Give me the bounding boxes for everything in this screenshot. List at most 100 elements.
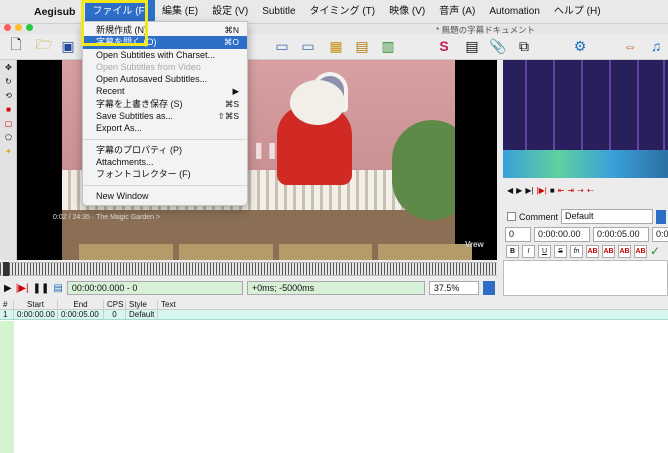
menu-view[interactable]: 設定 (V) bbox=[205, 0, 255, 24]
zoom-window-icon[interactable] bbox=[26, 24, 33, 31]
menu-file[interactable]: ファイル (F) bbox=[85, 0, 155, 24]
menu-item-open-with-charset[interactable]: Open Subtitles with Charset... bbox=[83, 49, 247, 61]
minimize-window-icon[interactable] bbox=[15, 24, 22, 31]
close-window-icon[interactable] bbox=[4, 24, 11, 31]
copy-icon[interactable]: ⧉ bbox=[514, 36, 534, 56]
play-icon[interactable]: ▶ bbox=[4, 283, 12, 294]
automation-gear-icon[interactable]: ⚙ bbox=[570, 36, 590, 56]
table-row[interactable]: 1 0:00:00.00 0:00:05.00 0 Default bbox=[0, 310, 668, 320]
commit-check-icon[interactable]: ✓ bbox=[650, 244, 660, 258]
pause-icon[interactable]: ❚❚ bbox=[33, 283, 50, 294]
col-start[interactable]: Start bbox=[14, 300, 58, 309]
style-select[interactable]: Default bbox=[561, 209, 654, 224]
audio-spectrum[interactable] bbox=[503, 60, 668, 178]
audio-stop-icon[interactable]: ■ bbox=[550, 186, 555, 195]
video-time-field[interactable]: 00:00:00.000 - 0 bbox=[66, 281, 243, 295]
row-end: 0:00:05.00 bbox=[58, 310, 104, 319]
end-time-field[interactable]: 0:00:05.00 bbox=[593, 227, 649, 242]
menu-item-open-subtitles[interactable]: 字幕を開く (O) ⌘O bbox=[83, 36, 247, 49]
subtitle-text-input[interactable] bbox=[503, 260, 668, 296]
audio-play-selection-icon[interactable]: ▶| bbox=[525, 186, 533, 195]
shadow-color-button[interactable]: AB bbox=[634, 244, 647, 258]
style-select-arrow-icon[interactable] bbox=[656, 209, 667, 224]
menu-item-recent[interactable]: Recent ▶ bbox=[83, 85, 247, 97]
film-snap-icon[interactable]: ▥ bbox=[378, 36, 398, 56]
menu-audio[interactable]: 音声 (A) bbox=[432, 0, 482, 24]
video-pause-icon: ❚❚ bbox=[252, 142, 279, 159]
menu-item-save[interactable]: 字幕を上書き保存 (S) ⌘S bbox=[83, 98, 247, 110]
col-style[interactable]: Style bbox=[126, 300, 158, 309]
audio-play-line-icon[interactable]: |▶| bbox=[537, 186, 547, 195]
video-screen-icon[interactable]: ▭ bbox=[272, 36, 292, 56]
play-line-icon[interactable]: |▶| bbox=[16, 283, 29, 294]
drag-tool-icon[interactable]: ✥ bbox=[0, 60, 17, 74]
rotate-tool-icon[interactable]: ↻ bbox=[0, 74, 17, 88]
menu-subtitle[interactable]: Subtitle bbox=[255, 0, 302, 24]
col-end[interactable]: End bbox=[58, 300, 104, 309]
autoscroll-icon[interactable]: ▤ bbox=[53, 283, 62, 294]
col-text[interactable]: Text bbox=[158, 300, 668, 309]
style-manager-icon[interactable]: S bbox=[434, 36, 454, 56]
menu-item-font-collector[interactable]: フォントコレクター (F) bbox=[83, 168, 247, 180]
menu-item-new-window[interactable]: New Window bbox=[83, 190, 247, 202]
video-caption: 0:02 / 24:35 · The Magic Garden > bbox=[53, 214, 161, 221]
comment-label: Comment bbox=[519, 211, 559, 222]
secondary-color-button[interactable]: AB bbox=[602, 244, 615, 258]
rotate-xy-tool-icon[interactable]: ⟲ bbox=[0, 88, 17, 102]
outline-color-button[interactable]: AB bbox=[618, 244, 631, 258]
translation-icon[interactable]: ♫ bbox=[646, 36, 666, 56]
menu-edit[interactable]: 編集 (E) bbox=[155, 0, 205, 24]
clip-tool-icon[interactable]: ▢ bbox=[0, 116, 17, 130]
zoom-select-arrow-icon[interactable] bbox=[482, 281, 495, 295]
app-name-menu[interactable]: Aegisub bbox=[34, 6, 75, 18]
menu-item-export-as[interactable]: Export As... bbox=[83, 122, 247, 134]
underline-button[interactable]: U bbox=[538, 244, 551, 258]
menu-automation[interactable]: Automation bbox=[482, 0, 547, 24]
properties-icon[interactable]: ▤ bbox=[462, 36, 482, 56]
menu-item-open-from-video: Open Subtitles from Video bbox=[96, 61, 201, 72]
grid-table-icon[interactable]: ▦ bbox=[326, 36, 346, 56]
seek-bar-handle[interactable] bbox=[3, 262, 9, 276]
col-number[interactable]: # bbox=[0, 300, 14, 309]
menu-item-properties[interactable]: 字幕のプロパティ (P) bbox=[83, 144, 247, 156]
start-time-field[interactable]: 0:00:00.00 bbox=[534, 227, 590, 242]
subtitle-grid: # Start End CPS Style Text 1 0:00:00.00 … bbox=[0, 300, 668, 453]
traffic-lights bbox=[4, 24, 33, 31]
duration-field[interactable]: 0:0 bbox=[652, 227, 668, 242]
audio-play-before-icon[interactable]: ⇤ bbox=[558, 186, 565, 195]
scale-tool-icon[interactable]: ■ bbox=[0, 102, 17, 116]
menu-item-save-as[interactable]: Save Subtitles as... ⇧⌘S bbox=[83, 110, 247, 122]
resample-icon[interactable]: ⇔ bbox=[620, 36, 640, 56]
new-file-icon[interactable]: 🗋 bbox=[6, 36, 26, 56]
strikeout-button[interactable]: S bbox=[554, 244, 567, 258]
audio-play-after-icon[interactable]: ⇥ bbox=[567, 186, 574, 195]
menu-item-open-autosaved[interactable]: Open Autosaved Subtitles... bbox=[83, 73, 247, 85]
font-button[interactable]: fn bbox=[570, 244, 583, 258]
col-cps[interactable]: CPS bbox=[104, 300, 126, 309]
film-strip-icon[interactable]: ▤ bbox=[352, 36, 372, 56]
open-folder-icon[interactable]: 🗁 bbox=[34, 36, 54, 56]
bold-button[interactable]: B bbox=[506, 244, 519, 258]
zoom-select[interactable]: 37.5% bbox=[428, 281, 479, 295]
tip-tool-icon[interactable]: ✦ bbox=[0, 144, 17, 158]
audio-next-icon[interactable]: ▶ bbox=[516, 186, 522, 195]
audio-play-start-icon[interactable]: ⇠ bbox=[587, 186, 594, 195]
video-screen-alt-icon[interactable]: ▭ bbox=[298, 36, 318, 56]
menu-item-new[interactable]: 新規作成 (N) ⌘N bbox=[83, 24, 247, 36]
vector-clip-tool-icon[interactable]: ⬠ bbox=[0, 130, 17, 144]
attachments-icon[interactable]: 📎 bbox=[488, 36, 508, 56]
video-thumbnails bbox=[79, 244, 472, 260]
menu-item-attachments[interactable]: Attachments... bbox=[83, 156, 247, 168]
primary-color-button[interactable]: AB bbox=[586, 244, 599, 258]
layer-spinner[interactable]: 0 bbox=[505, 227, 531, 242]
menu-help[interactable]: ヘルプ (H) bbox=[547, 0, 608, 24]
video-seek-bar[interactable] bbox=[0, 262, 497, 276]
comment-checkbox[interactable] bbox=[507, 212, 516, 221]
menu-video[interactable]: 映像 (V) bbox=[382, 0, 432, 24]
audio-prev-icon[interactable]: ◀ bbox=[507, 186, 513, 195]
audio-play-end-icon[interactable]: ⇢ bbox=[577, 186, 584, 195]
row-cps: 0 bbox=[104, 310, 126, 319]
menu-timing[interactable]: タイミング (T) bbox=[303, 0, 383, 24]
italic-button[interactable]: I bbox=[522, 244, 535, 258]
save-icon[interactable]: ▣ bbox=[58, 36, 78, 56]
